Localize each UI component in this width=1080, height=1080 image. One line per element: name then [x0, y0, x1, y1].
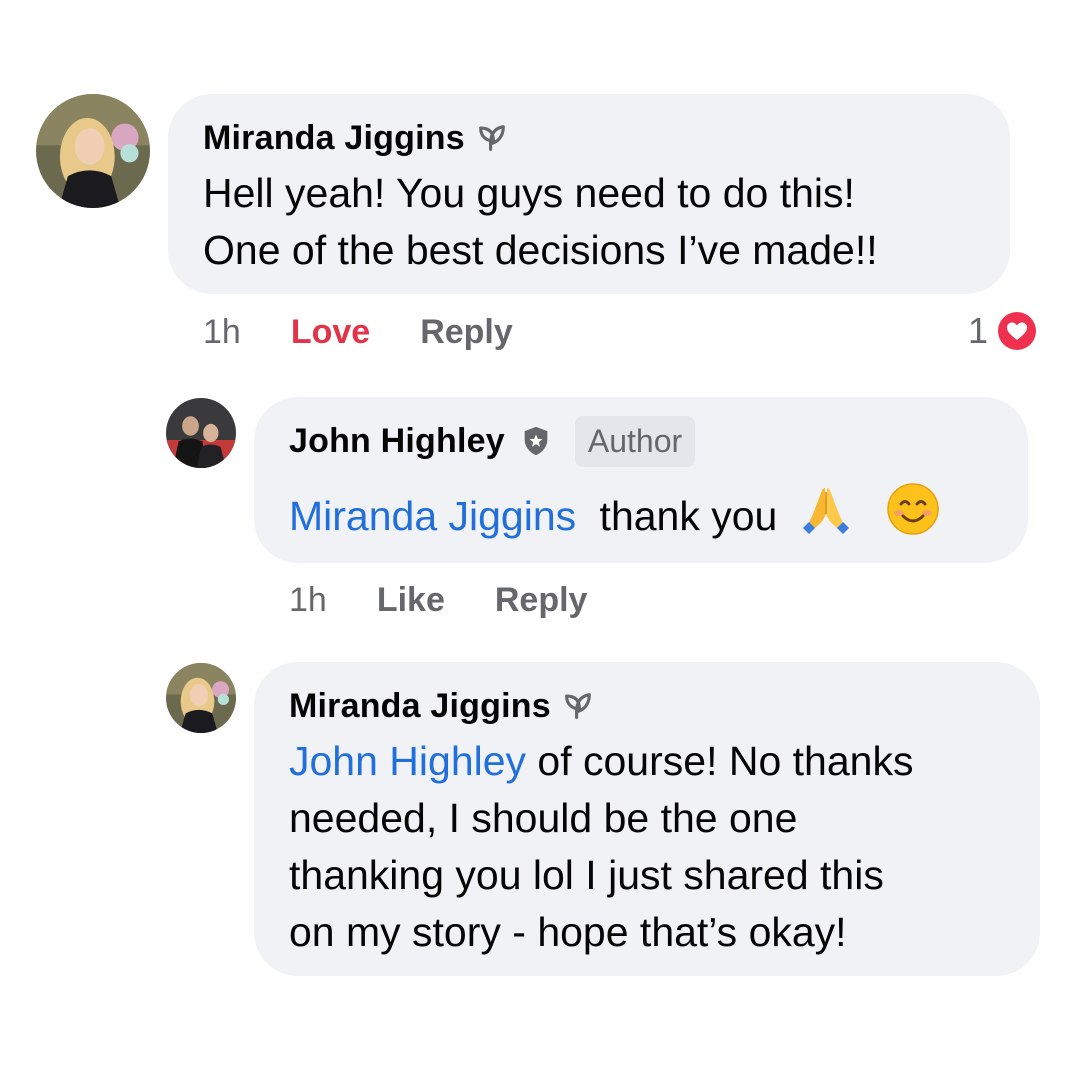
reply-line: John Highley of course! No thanks: [289, 733, 913, 790]
love-button[interactable]: Love: [291, 313, 370, 352]
reply-actions: 1h Like Reply: [289, 580, 637, 620]
heart-icon: [994, 308, 1040, 354]
reply-line: needed, I should be the one: [289, 795, 798, 841]
comment-actions: 1h Love Reply: [203, 312, 563, 352]
reply-text-body: thank you: [599, 493, 778, 539]
comment-line: Hell yeah! You guys need to do this!: [203, 170, 855, 216]
top-fan-leaf-icon: [475, 121, 509, 155]
mention-link[interactable]: John Highley: [289, 738, 526, 784]
reply-line-rest: of course! No thanks: [526, 738, 914, 784]
reply-text: John Highley of course! No thanks needed…: [289, 733, 913, 961]
like-button[interactable]: Like: [377, 581, 445, 620]
commenter-name[interactable]: Miranda Jiggins: [203, 119, 465, 158]
reply-button[interactable]: Reply: [495, 581, 588, 620]
commenter-name[interactable]: John Highley: [289, 422, 505, 461]
comment-line: One of the best decisions I’ve made!!: [203, 227, 878, 273]
top-fan-leaf-icon: [561, 689, 595, 723]
reply-line: on my story - hope that’s okay!: [289, 909, 847, 955]
reply-header: Miranda Jiggins: [289, 686, 595, 726]
smiling-face-emoji: [886, 482, 940, 536]
avatar-john[interactable]: [166, 398, 236, 468]
mention-link[interactable]: Miranda Jiggins: [289, 493, 576, 539]
reply-line: thanking you lol I just shared this: [289, 852, 884, 898]
avatar-miranda[interactable]: [166, 663, 236, 733]
comment-header: Miranda Jiggins: [203, 118, 509, 158]
reply-text: Miranda Jiggins thank you: [289, 482, 940, 545]
author-tag: Author: [574, 415, 696, 467]
reaction-count: 1: [968, 310, 989, 351]
comment-text: Hell yeah! You guys need to do this! One…: [203, 165, 878, 279]
commenter-name[interactable]: Miranda Jiggins: [289, 687, 551, 726]
comment-timestamp[interactable]: 1h: [203, 313, 241, 352]
shield-star-icon: [519, 424, 553, 458]
reply-header: John Highley Author: [289, 414, 696, 468]
reply-button[interactable]: Reply: [420, 313, 513, 352]
reply-timestamp[interactable]: 1h: [289, 581, 327, 620]
reaction-summary[interactable]: 1: [968, 307, 1040, 355]
avatar-miranda[interactable]: [36, 94, 150, 208]
folded-hands-emoji: [799, 482, 853, 536]
